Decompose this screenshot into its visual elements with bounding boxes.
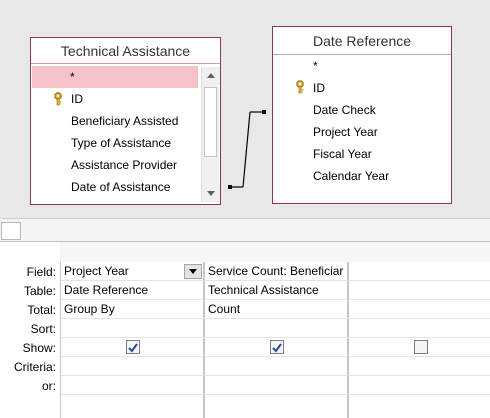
sort-cell[interactable] [349, 319, 490, 338]
table-cell[interactable]: Date Reference [61, 281, 204, 300]
or-cell[interactable] [349, 376, 490, 395]
join-line[interactable] [0, 0, 490, 218]
grid-column-2[interactable]: Service Count: Beneficiar Technical Assi… [204, 262, 348, 418]
query-design-grid[interactable]: Field: Table: Total: Sort: Show: Criteri… [0, 242, 490, 418]
row-label-or: or: [41, 379, 56, 393]
row-label-sort: Sort: [30, 322, 56, 336]
field-cell[interactable] [349, 262, 490, 281]
select-all-box[interactable] [1, 222, 21, 240]
row-label-total: Total: [27, 303, 56, 317]
criteria-cell[interactable] [205, 357, 348, 376]
show-checkbox[interactable] [270, 340, 284, 354]
grid-column-3[interactable] [348, 262, 490, 418]
sort-cell[interactable] [61, 319, 204, 338]
or-cell[interactable] [205, 376, 348, 395]
show-cell[interactable] [349, 338, 490, 357]
sort-cell[interactable] [205, 319, 348, 338]
or-cell[interactable] [61, 376, 204, 395]
criteria-cell[interactable] [349, 357, 490, 376]
pane-splitter[interactable] [0, 218, 490, 242]
row-label-show: Show: [22, 341, 56, 355]
dropdown-arrow-icon[interactable] [184, 264, 202, 279]
query-diagram-pane[interactable]: Technical Assistance * ID Beneficiary As… [0, 0, 490, 218]
checkmark-icon [272, 343, 282, 353]
grid-column-1[interactable]: Project Year Date Reference Group By [60, 262, 204, 418]
row-label-field: Field: [26, 265, 56, 279]
field-cell[interactable]: Project Year [61, 262, 204, 281]
table-cell[interactable] [349, 281, 490, 300]
show-cell[interactable] [205, 338, 348, 357]
criteria-cell[interactable] [61, 357, 204, 376]
show-checkbox[interactable] [414, 340, 428, 354]
checkmark-icon [128, 343, 138, 353]
total-cell[interactable]: Group By [61, 300, 204, 319]
total-cell[interactable] [349, 300, 490, 319]
field-cell[interactable]: Service Count: Beneficiar [205, 262, 348, 281]
row-label-table: Table: [23, 284, 56, 298]
show-cell[interactable] [61, 338, 204, 357]
row-label-criteria: Criteria: [13, 360, 56, 374]
total-cell[interactable]: Count [205, 300, 348, 319]
show-checkbox[interactable] [126, 340, 140, 354]
table-cell[interactable]: Technical Assistance [205, 281, 348, 300]
